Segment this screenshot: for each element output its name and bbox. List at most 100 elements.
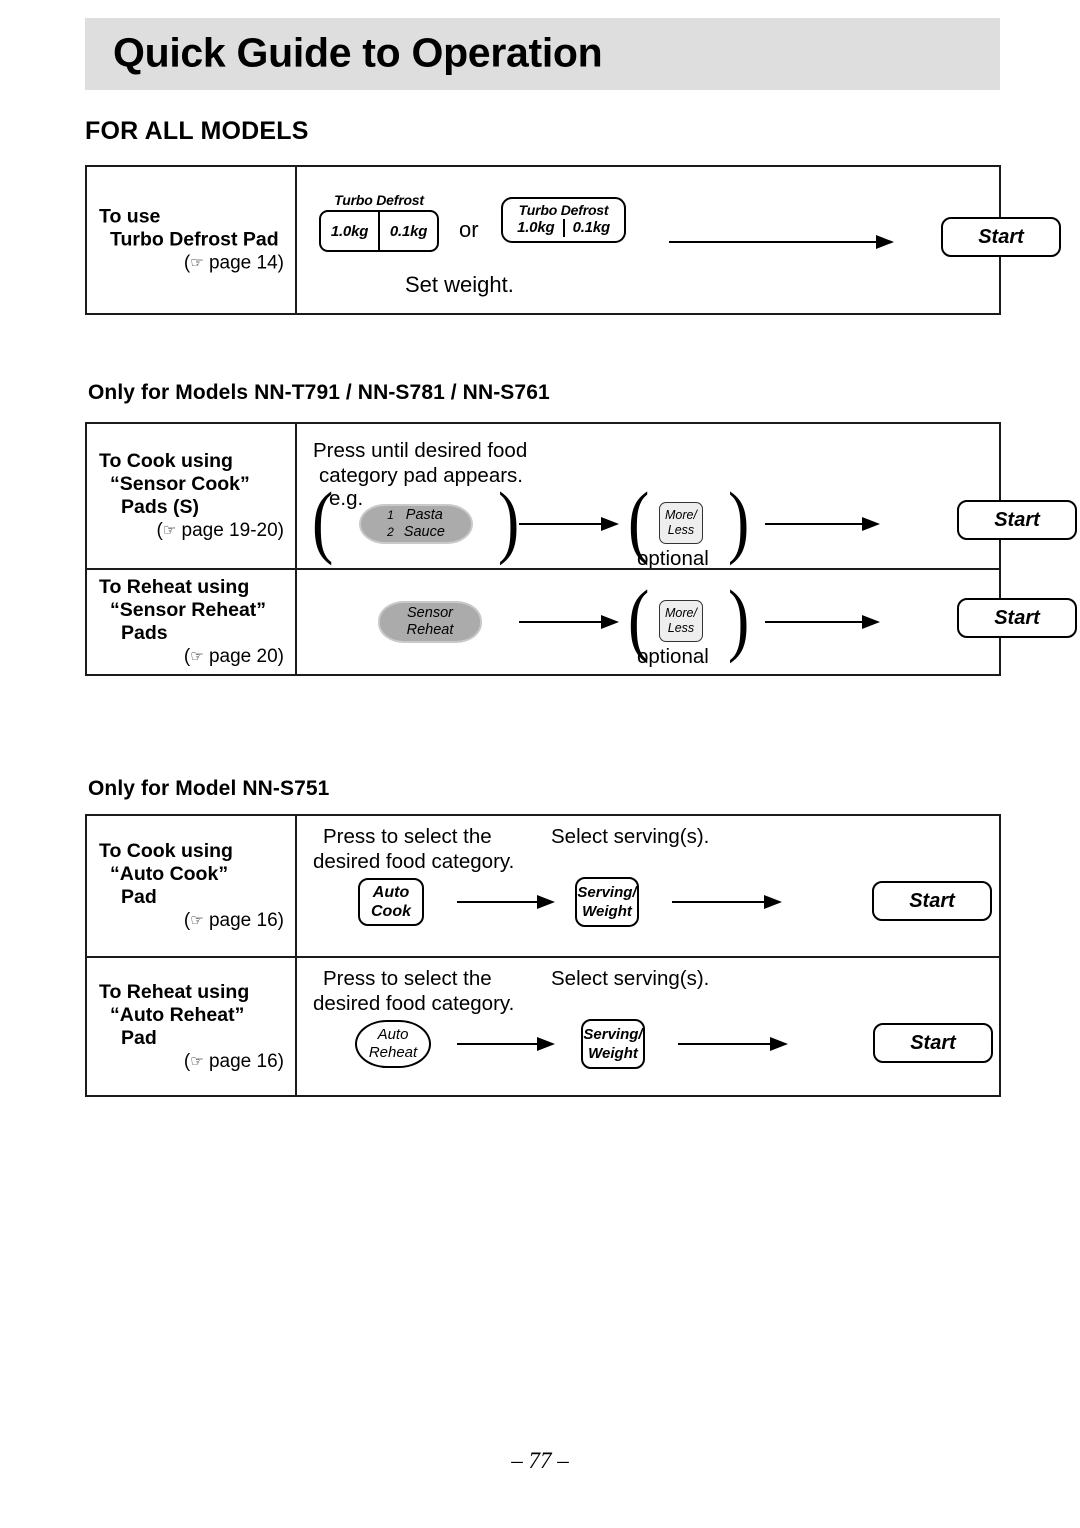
category-pad-label2: Sauce [403, 524, 445, 540]
instruction-line1: Press until desired food [313, 439, 528, 462]
group-paren-open-left: ( [312, 475, 334, 566]
row-flow-turbo-defrost: Turbo Defrost 1.0kg 0.1kg or Turbo Defro… [297, 167, 1061, 313]
page-reference-text: page 20 [208, 646, 278, 667]
sensor-reheat-pad[interactable]: Sensor Reheat [378, 601, 482, 643]
page-reference: (☞ page 14) [183, 252, 284, 274]
instruction-line2: category pad appears. [319, 464, 523, 487]
turbo-defrost-pad-b-caption: Turbo Defrost [518, 202, 609, 218]
set-weight-caption: Set weight. [405, 272, 514, 297]
turbo-defrost-pad-variant-b[interactable]: Turbo Defrost 1.0kg 0.1kg [501, 197, 626, 243]
instruction-line2: desired food category. [313, 992, 515, 1015]
start-button[interactable]: Start [957, 598, 1077, 638]
hand-pointer-icon: ☞ [190, 648, 204, 665]
flow-arrow [765, 615, 880, 629]
row-label-sensor-cook: To Cook using “Sensor Cook” Pads (S) (☞ … [87, 424, 297, 568]
turbo-defrost-b-cell-01kg[interactable]: 0.1kg [562, 219, 619, 237]
auto-reheat-pad-line1: Auto [377, 1026, 409, 1043]
serving-weight-line2: Weight [582, 903, 632, 920]
instruction-line2: desired food category. [313, 850, 515, 873]
page-reference-text: page 19-20 [181, 520, 278, 541]
flow-arrow [519, 615, 619, 629]
start-button[interactable]: Start [873, 1023, 993, 1063]
row-label-turbo-defrost: To use Turbo Defrost Pad (☞ page 14) [87, 167, 297, 313]
category-pad-num2: 2 [387, 525, 394, 539]
row-label-sensor-reheat: To Reheat using “Sensor Reheat” Pads (☞ … [87, 570, 297, 674]
row-label-line3: Pad [121, 886, 157, 908]
serving-weight-pad[interactable]: Serving/ Weight [575, 877, 639, 927]
page-reference: (☞ page 19-20) [156, 520, 284, 541]
turbo-defrost-pad-variant-a[interactable]: Turbo Defrost 1.0kg 0.1kg [319, 192, 439, 252]
page-reference: (☞ page 16) [183, 910, 284, 931]
table-row: To Cook using “Sensor Cook” Pads (S) (☞ … [87, 424, 1077, 570]
category-pad-label1: Pasta [405, 507, 443, 523]
flow-arrow [672, 895, 782, 909]
category-pad-pasta-sauce[interactable]: 1 2 Pasta Sauce [359, 504, 473, 544]
row-label-line2: “Auto Reheat” [110, 1003, 245, 1026]
row-label-line3: Pads (S) [121, 496, 200, 518]
table-model-s751: To Cook using “Auto Cook” Pad (☞ page 16… [85, 814, 1001, 1097]
serving-weight-pad[interactable]: Serving/ Weight [581, 1019, 645, 1069]
instruction-line1: Press to select the [323, 967, 492, 990]
start-button[interactable]: Start [872, 881, 992, 921]
start-button[interactable]: Start [941, 217, 1061, 257]
table-row: To Reheat using “Auto Reheat” Pad (☞ pag… [87, 956, 999, 1095]
instruction-line1: Press to select the [323, 825, 492, 848]
page-number: – 77 – [511, 1448, 569, 1473]
hand-pointer-icon: ☞ [162, 522, 177, 539]
row-flow-sensor-cook: Press until desired food category pad ap… [297, 424, 1077, 570]
hand-pointer-icon: ☞ [190, 254, 204, 272]
more-less-line2: Less [667, 621, 695, 635]
auto-cook-pad-line1: Auto [372, 884, 410, 901]
row-label-line3: Pads [121, 622, 168, 644]
row-label-line1: To Reheat using [99, 980, 250, 1003]
eg-label: e.g. [329, 487, 364, 510]
row-label-line1: To Cook using [99, 450, 233, 472]
turbo-defrost-cell-01kg[interactable]: 0.1kg [378, 212, 437, 250]
page-title: Quick Guide to Operation [113, 29, 603, 76]
more-less-pad[interactable]: More/ Less [659, 600, 703, 642]
table-all-models: To use Turbo Defrost Pad (☞ page 14) Tur… [85, 165, 1061, 315]
page-header-band: Quick Guide to Operation [85, 18, 1000, 90]
row-label-line2: Turbo Defrost Pad [110, 228, 279, 251]
serving-weight-line1: Serving/ [577, 884, 637, 901]
more-less-line1: More/ [665, 508, 697, 522]
optional-label: optional [637, 645, 709, 668]
more-less-line1: More/ [665, 606, 697, 620]
serving-note: Select serving(s). [551, 967, 710, 990]
section-heading-all-models: FOR ALL MODELS [85, 117, 309, 145]
group-paren-open-right: ( [628, 573, 650, 664]
sensor-reheat-pad-line2: Reheat [406, 622, 454, 638]
hand-pointer-icon: ☞ [190, 1052, 204, 1070]
flow-arrow [457, 895, 555, 909]
serving-note: Select serving(s). [551, 825, 710, 848]
turbo-defrost-cell-1kg[interactable]: 1.0kg [321, 212, 378, 250]
row-label-line2: “Auto Cook” [110, 863, 229, 885]
category-pad-numbers: 1 2 [387, 507, 394, 541]
flow-arrow [519, 517, 619, 531]
table-row: To Reheat using “Sensor Reheat” Pads (☞ … [87, 568, 1077, 674]
turbo-defrost-b-cell-1kg[interactable]: 1.0kg [509, 219, 563, 237]
serving-weight-line2: Weight [588, 1045, 638, 1062]
group-paren-close-right: ) [728, 573, 750, 664]
row-label-line3: Pad [121, 1026, 157, 1049]
hand-pointer-icon: ☞ [190, 912, 204, 929]
section-heading-models-t791: Only for Models NN-T791 / NN-S781 / NN-S… [88, 381, 550, 404]
group-paren-open-right: ( [628, 475, 650, 566]
flow-arrow [765, 517, 880, 531]
row-label-line2: “Sensor Reheat” [110, 599, 267, 621]
table-row: To use Turbo Defrost Pad (☞ page 14) Tur… [87, 167, 1061, 313]
row-flow-auto-reheat: Press to select the desired food categor… [297, 958, 999, 1095]
group-paren-close-right: ) [728, 475, 750, 566]
row-label-line1: To Reheat using [99, 576, 250, 598]
category-pad-num1: 1 [387, 508, 394, 522]
page-reference-text: page 16 [208, 1050, 278, 1072]
auto-cook-pad[interactable]: Auto Cook [358, 878, 424, 926]
flow-arrow [669, 235, 894, 249]
page-reference-text: page 16 [208, 910, 278, 931]
auto-reheat-pad[interactable]: Auto Reheat [355, 1020, 431, 1068]
start-button[interactable]: Start [957, 500, 1077, 540]
page-reference: (☞ page 20) [183, 646, 284, 667]
table-row: To Cook using “Auto Cook” Pad (☞ page 16… [87, 816, 999, 956]
row-label-line2: “Sensor Cook” [110, 473, 250, 495]
more-less-pad[interactable]: More/ Less [659, 502, 703, 544]
